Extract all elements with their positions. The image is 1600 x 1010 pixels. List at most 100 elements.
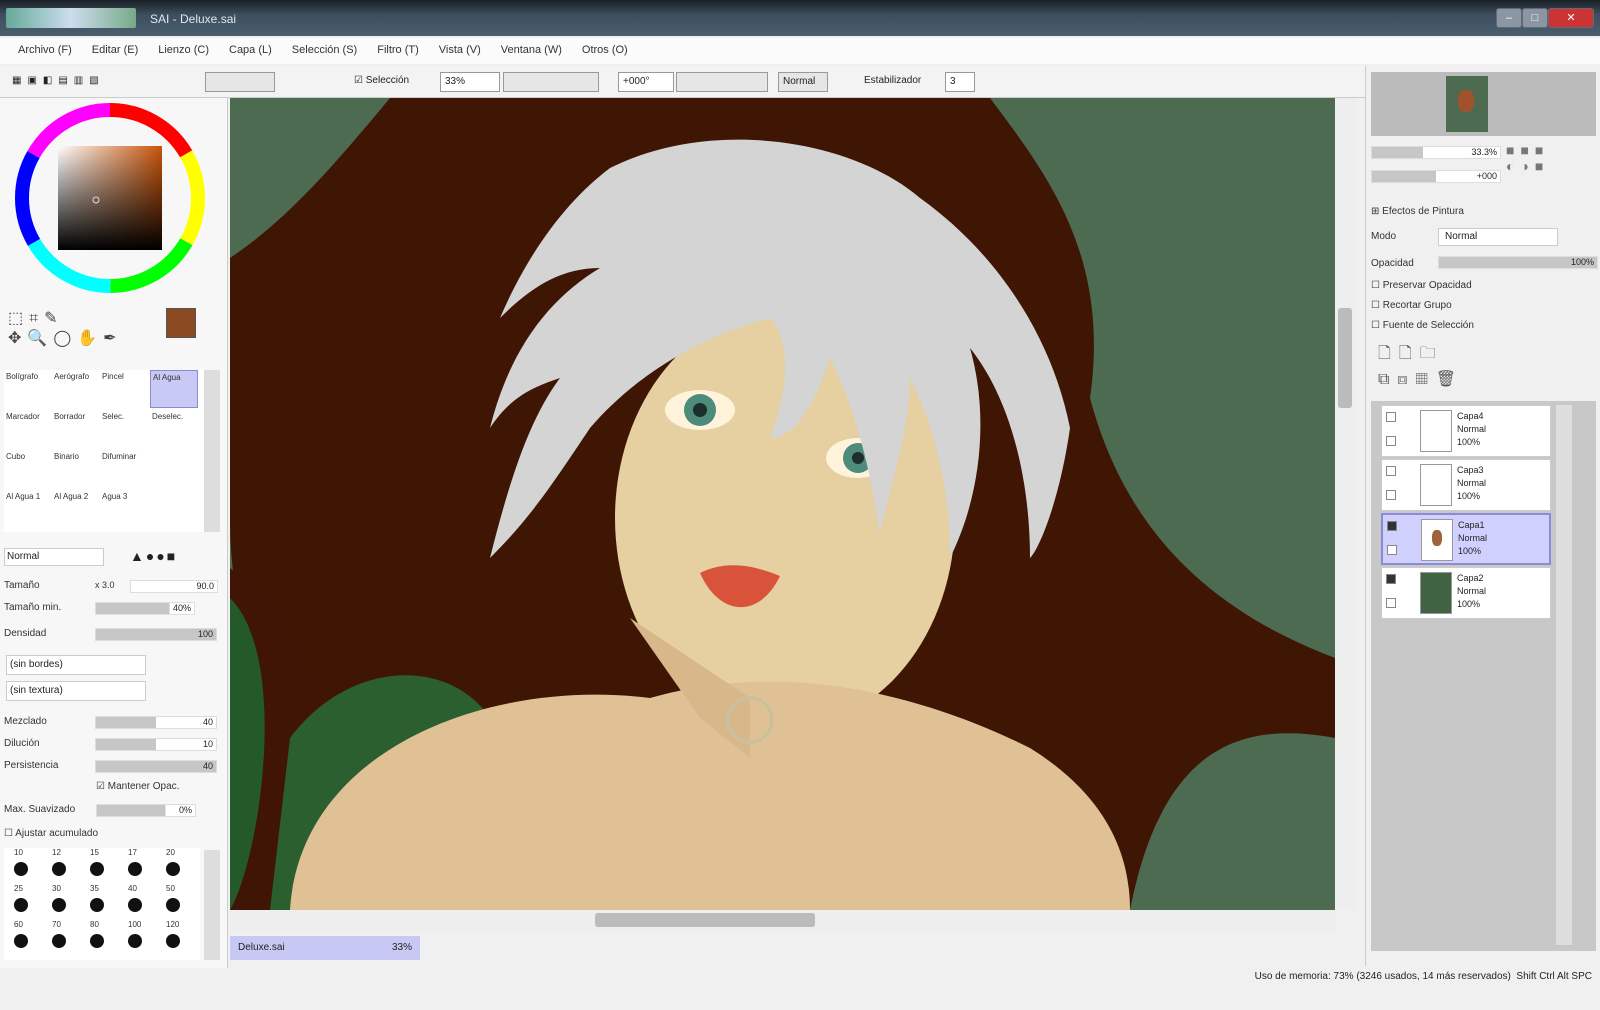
lock-toggle[interactable] — [1386, 598, 1396, 608]
brush-size-scrollbar[interactable] — [204, 850, 220, 960]
maximize-button[interactable]: □ — [1522, 8, 1548, 28]
menu-editar[interactable]: Editar (E) — [88, 38, 154, 64]
tool-2[interactable]: Pincel — [100, 370, 148, 408]
min-size-slider[interactable]: 40% — [95, 602, 195, 615]
brush-size-preset[interactable] — [14, 898, 28, 912]
primary-color-swatch[interactable] — [166, 308, 196, 338]
brush-texture-select[interactable]: (sin textura) — [6, 681, 146, 701]
tool-9[interactable]: Binario — [52, 450, 100, 488]
tool-1[interactable]: Aerógrafo — [52, 370, 100, 408]
blend-mode-select[interactable]: Normal — [4, 548, 104, 566]
tool-13[interactable]: Agua 3 — [100, 490, 148, 528]
brush-size-preset[interactable] — [90, 898, 104, 912]
brush-size-preset[interactable] — [166, 934, 180, 948]
brush-size-preset[interactable] — [14, 862, 28, 876]
zoom-field[interactable]: 33% — [440, 72, 500, 92]
layer-item[interactable]: Capa4 Normal 100% — [1381, 405, 1551, 457]
visibility-toggle[interactable] — [1387, 521, 1397, 531]
brush-size-label: 15 — [90, 848, 99, 857]
selection-tools[interactable] — [205, 72, 275, 92]
visibility-toggle[interactable] — [1386, 412, 1396, 422]
minimize-button[interactable]: – — [1496, 8, 1522, 28]
vertical-scroll-thumb[interactable] — [1338, 308, 1352, 408]
size-slider[interactable]: 90.0 — [130, 580, 218, 593]
brush-size-preset[interactable] — [128, 898, 142, 912]
paint-effects-toggle[interactable]: ⊞ Efectos de Pintura — [1371, 206, 1464, 217]
menu-capa[interactable]: Capa (L) — [225, 38, 288, 64]
vertical-scrollbar[interactable] — [1335, 98, 1355, 910]
layer-action-buttons[interactable]: 🗋🗋🗀 ⧉⧈▦🗑 — [1378, 342, 1588, 397]
navigator-zoom-slider[interactable]: 33.3% — [1371, 146, 1501, 159]
view-tool-icons[interactable]: ▦▣◧▤▥▧ — [8, 72, 118, 92]
selection-tool-icons[interactable]: ⬚⌗✎ ✥🔍◯✋✒ — [8, 308, 148, 358]
navigator-buttons[interactable]: ■■■ ◐◑■ — [1506, 142, 1596, 192]
color-wheel[interactable] — [10, 100, 210, 300]
menu-vista[interactable]: Vista (V) — [435, 38, 497, 64]
navigator-preview[interactable] — [1371, 72, 1596, 136]
preserve-opacity-checkbox[interactable]: ☐ Preservar Opacidad — [1371, 280, 1472, 291]
horizontal-scrollbar[interactable] — [230, 910, 1335, 930]
tool-4[interactable]: Marcador — [4, 410, 52, 448]
lock-toggle[interactable] — [1386, 436, 1396, 446]
tool-0[interactable]: Bolígrafo — [4, 370, 52, 408]
persistence-slider[interactable]: 40 — [95, 760, 217, 773]
flip-mode-select[interactable]: Normal — [778, 72, 828, 92]
brush-size-preset[interactable] — [52, 862, 66, 876]
brush-size-preset[interactable] — [128, 934, 142, 948]
brush-size-preset[interactable] — [52, 934, 66, 948]
menu-lienzo[interactable]: Lienzo (C) — [154, 38, 225, 64]
layer-item-selected[interactable]: Capa1 Normal 100% — [1381, 513, 1551, 565]
drawing-canvas[interactable] — [230, 98, 1335, 910]
layer-opacity-slider[interactable]: 100% — [1438, 256, 1598, 269]
brush-size-preset[interactable] — [166, 898, 180, 912]
visibility-toggle[interactable] — [1386, 574, 1396, 584]
tool-7[interactable]: Deselec. — [150, 410, 198, 448]
adjust-checkbox[interactable]: ☐ Ajustar acumulado — [4, 828, 98, 839]
brush-size-preset[interactable] — [90, 934, 104, 948]
layer-item[interactable]: Capa2 Normal 100% — [1381, 567, 1551, 619]
menu-archivo[interactable]: Archivo (F) — [14, 38, 88, 64]
layer-item[interactable]: Capa3 Normal 100% — [1381, 459, 1551, 511]
lock-toggle[interactable] — [1386, 490, 1396, 500]
layer-list-scrollbar[interactable] — [1556, 405, 1572, 945]
selection-toggle[interactable]: ☑ Selección — [350, 72, 430, 92]
layer-mode-select[interactable]: Normal — [1438, 228, 1558, 246]
horizontal-scroll-thumb[interactable] — [595, 913, 815, 927]
canvas-tab[interactable]: Deluxe.sai 33% — [230, 936, 420, 960]
zoom-buttons[interactable] — [503, 72, 599, 92]
dilution-slider[interactable]: 10 — [95, 738, 217, 751]
brush-shape-icons[interactable]: ▲●●■ — [130, 548, 220, 566]
rotate-buttons[interactable] — [676, 72, 768, 92]
lock-toggle[interactable] — [1387, 545, 1397, 555]
tool-12[interactable]: Al Agua 2 — [52, 490, 100, 528]
tool-3[interactable]: Al Agua — [150, 370, 198, 408]
keep-opacity-checkbox[interactable]: ☑ Mantener Opac. — [96, 781, 179, 792]
menu-ventana[interactable]: Ventana (W) — [497, 38, 578, 64]
brush-shape-select[interactable]: (sin bordes) — [6, 655, 146, 675]
brush-size-preset[interactable] — [52, 898, 66, 912]
visibility-toggle[interactable] — [1386, 466, 1396, 476]
close-button[interactable]: ✕ — [1548, 8, 1594, 28]
tool-11[interactable]: Al Agua 1 — [4, 490, 52, 528]
max-smooth-slider[interactable]: 0% — [96, 804, 196, 817]
brush-size-preset[interactable] — [14, 934, 28, 948]
size-multiplier[interactable]: x 3.0 — [95, 580, 115, 590]
selection-source-checkbox[interactable]: ☐ Fuente de Selección — [1371, 320, 1474, 331]
menu-seleccion[interactable]: Selección (S) — [288, 38, 373, 64]
brush-size-preset[interactable] — [128, 862, 142, 876]
density-slider[interactable]: 100 — [95, 628, 217, 641]
tool-grid-scrollbar[interactable] — [204, 370, 220, 532]
tool-8[interactable]: Cubo — [4, 450, 52, 488]
brush-size-preset[interactable] — [90, 862, 104, 876]
navigator-angle-slider[interactable]: +000 — [1371, 170, 1501, 183]
tool-10[interactable]: Difuminar — [100, 450, 148, 488]
menu-otros[interactable]: Otros (O) — [578, 38, 644, 64]
stabilizer-select[interactable]: 3 — [945, 72, 975, 92]
angle-field[interactable]: +000° — [618, 72, 674, 92]
tool-5[interactable]: Borrador — [52, 410, 100, 448]
clip-group-checkbox[interactable]: ☐ Recortar Grupo — [1371, 300, 1452, 311]
blending-slider[interactable]: 40 — [95, 716, 217, 729]
brush-size-preset[interactable] — [166, 862, 180, 876]
tool-6[interactable]: Selec. — [100, 410, 148, 448]
menu-filtro[interactable]: Filtro (T) — [373, 38, 435, 64]
